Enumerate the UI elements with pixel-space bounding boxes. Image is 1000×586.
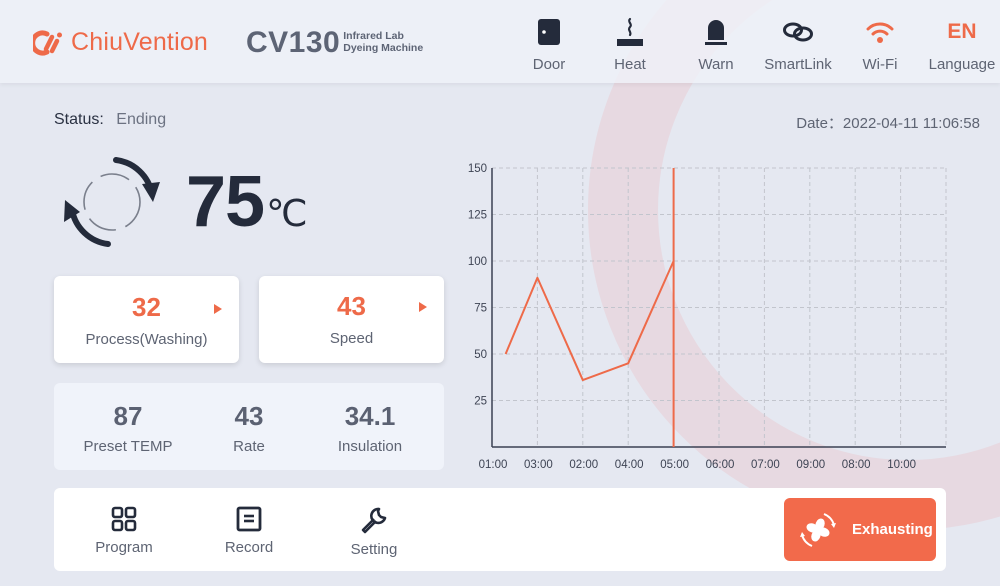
x-tick-label: 05:00 <box>660 459 689 471</box>
chevron-right-icon <box>419 302 427 312</box>
temperature-unit: ℃ <box>266 192 308 234</box>
nav-program[interactable]: Program <box>74 506 174 556</box>
param-insulation: 34.1 Insulation <box>296 383 444 470</box>
header-item-warn[interactable]: Warn <box>676 14 756 73</box>
speed-value: 43 <box>337 291 366 321</box>
param-preset-temp: 87 Preset TEMP <box>54 383 202 470</box>
x-tick-label: 03:00 <box>524 459 553 471</box>
param-value: 34.1 <box>344 401 396 431</box>
nav-label: Program <box>95 539 153 556</box>
header-item-wifi[interactable]: Wi-Fi <box>840 14 920 73</box>
x-tick-label: 04:00 <box>615 459 644 471</box>
cycle-icon <box>64 157 160 247</box>
wrench-icon <box>361 507 387 534</box>
warning-light-icon <box>705 20 727 45</box>
temperature-chart: 25 50 75 100 125 150 01:00 03:00 02:00 04:00 05:00… <box>468 163 947 471</box>
header-item-label: Language <box>928 56 996 73</box>
header-item-label: Warn <box>698 56 734 73</box>
brand-name: ChiuVention <box>71 28 209 56</box>
document-icon <box>236 506 262 532</box>
x-tick-label: 01:00 <box>479 459 508 471</box>
nav-setting[interactable]: Setting <box>324 506 424 558</box>
param-value: 43 <box>234 401 264 431</box>
y-tick-label: 25 <box>474 396 487 408</box>
param-label: Insulation <box>337 438 403 455</box>
x-tick-label: 02:00 <box>569 459 598 471</box>
y-tick-label: 75 <box>474 303 487 315</box>
status-label: Status: <box>54 111 104 128</box>
model-subtitle-line2: Dyeing Machine <box>343 42 424 54</box>
header-item-label: Wi-Fi <box>862 56 898 73</box>
y-tick-label: 50 <box>474 349 487 361</box>
param-rate: 43 Rate <box>202 383 296 470</box>
x-tick-label: 08:00 <box>842 459 871 471</box>
model-subtitle: Infrared Lab Dyeing Machine <box>343 30 423 54</box>
x-tick-label: 06:00 <box>706 459 735 471</box>
exhausting-label: Exhausting <box>852 521 933 538</box>
header-bar: ChiuVention CV130 Infrared Lab Dyeing Ma… <box>0 0 1000 83</box>
exhausting-button[interactable]: Exhausting <box>784 498 936 561</box>
process-value: 32 <box>132 292 161 322</box>
temperature-value: 75 <box>186 162 265 242</box>
y-tick-label: 100 <box>468 256 487 268</box>
logo-icon <box>33 30 62 55</box>
header-item-heat[interactable]: Heat <box>588 14 672 73</box>
temperature-display: 75 ℃ <box>60 152 308 252</box>
wifi-icon <box>866 22 894 43</box>
header-item-language[interactable]: EN Language <box>922 14 1000 73</box>
process-card[interactable]: 32 Process(Washing) <box>54 276 239 363</box>
status-value: Ending <box>116 111 167 128</box>
header-item-label: Door <box>532 56 566 73</box>
x-tick-label: 10:00 <box>887 459 916 471</box>
header-item-label: SmartLink <box>764 56 832 73</box>
header-item-door[interactable]: Door <box>510 14 588 73</box>
link-icon <box>783 22 813 42</box>
door-icon <box>538 19 560 45</box>
model-info: CV130 Infrared Lab Dyeing Machine <box>246 26 423 60</box>
param-label: Preset TEMP <box>83 438 173 455</box>
speed-card[interactable]: 43 Speed <box>259 276 444 363</box>
nav-label: Record <box>224 539 274 556</box>
date-display: Date：2022-04-11 11:06:58 <box>796 115 980 132</box>
series-line <box>504 260 675 382</box>
chevron-right-icon <box>214 304 222 314</box>
language-code: EN <box>947 20 977 43</box>
param-label: Rate <box>233 438 265 455</box>
header-item-smartlink[interactable]: SmartLink <box>756 14 840 73</box>
brand-logo: ChiuVention <box>33 28 208 57</box>
param-value: 87 <box>113 401 143 431</box>
x-tick-label: 07:00 <box>751 459 780 471</box>
parameters-panel: 87 Preset TEMP 43 Rate 34.1 Insulation <box>54 383 444 470</box>
heat-icon <box>617 17 643 46</box>
speed-label: Speed <box>329 330 374 347</box>
y-tick-label: 125 <box>468 210 487 222</box>
grid-icon <box>111 506 137 532</box>
nav-record[interactable]: Record <box>199 506 299 556</box>
status-display: Status: Ending <box>54 111 166 129</box>
fan-icon <box>800 512 836 547</box>
bottom-nav: Program Record Setting Exhausting <box>54 488 946 571</box>
x-tick-label: 09:00 <box>796 459 825 471</box>
model-name: CV130 <box>246 26 341 59</box>
y-tick-label: 150 <box>468 163 487 175</box>
model-subtitle-line1: Infrared Lab <box>343 30 404 42</box>
nav-label: Setting <box>350 541 398 558</box>
process-label: Process(Washing) <box>85 331 208 348</box>
header-item-label: Heat <box>614 56 646 73</box>
